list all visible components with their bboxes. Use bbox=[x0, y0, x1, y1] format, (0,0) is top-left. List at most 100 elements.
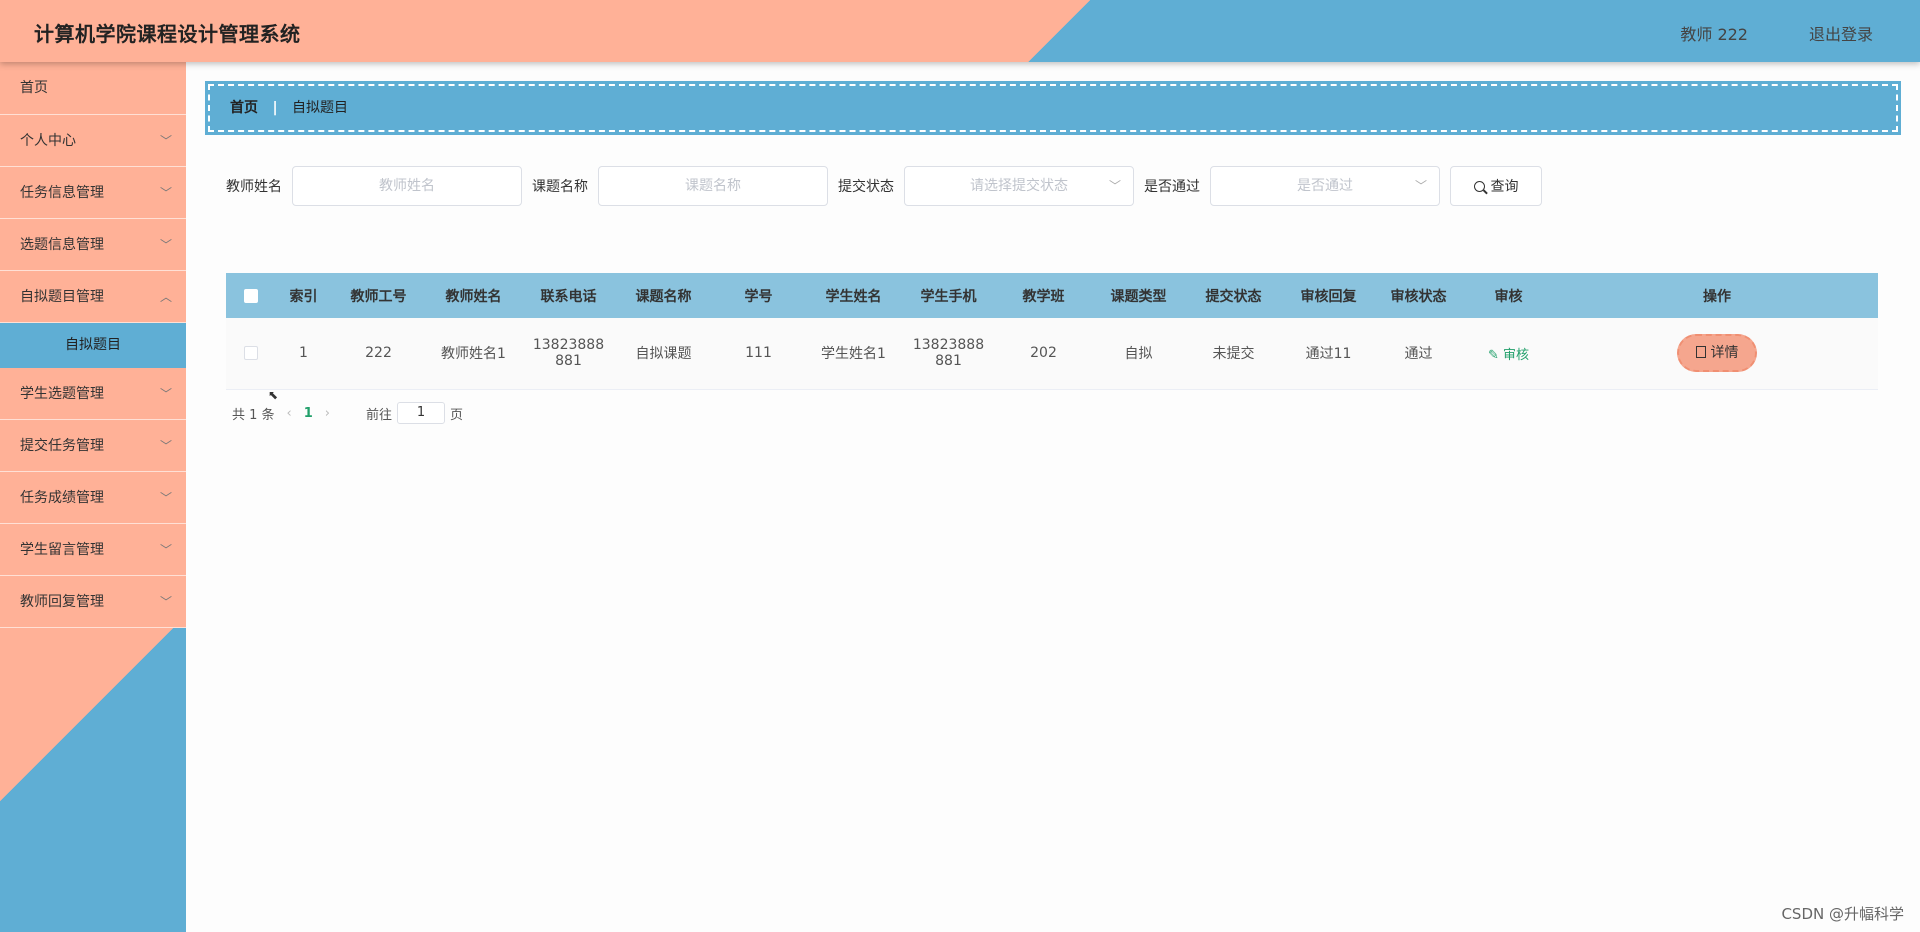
column-header: 课题名称 bbox=[635, 288, 692, 305]
table-header-row: 索引 教师工号 教师姓名 联系电话 课题名称 学号 学生姓名 学生手机 教学班 … bbox=[226, 273, 1878, 318]
sidebar-item-topic-selection-info[interactable]: 选题信息管理 ﹀ bbox=[0, 219, 186, 271]
sidebar-subitem-custom-topic[interactable]: 自拟题目 bbox=[0, 323, 186, 368]
passed-placeholder: 是否通过 bbox=[1297, 178, 1353, 194]
column-header: 教师工号 bbox=[350, 288, 407, 305]
app-title: 计算机学院课程设计管理系统 bbox=[34, 22, 301, 46]
sidebar: 首页 个人中心 ﹀ 任务信息管理 ﹀ 选题信息管理 ﹀ 自拟题目管理 ︿ 自拟题… bbox=[0, 62, 186, 932]
edit-icon: ✎ bbox=[1487, 347, 1499, 363]
mouse-cursor-icon: ⬉ bbox=[268, 388, 279, 402]
cell-review-action: ✎ 审核 bbox=[1461, 318, 1556, 389]
logout-link[interactable]: 退出登录 bbox=[1809, 21, 1873, 45]
chevron-right-icon[interactable]: › bbox=[325, 406, 330, 421]
chevron-down-icon: ﹀ bbox=[159, 543, 172, 557]
cell-student-phone: 13823888 881 bbox=[901, 318, 996, 389]
breadcrumb: 首页 | 自拟题目 bbox=[205, 81, 1901, 135]
goto-page-input[interactable]: 1 bbox=[397, 402, 446, 424]
cell-student-id: 111 bbox=[745, 345, 772, 362]
row-select-cell bbox=[226, 318, 276, 389]
student-phone-line-1: 13823888 bbox=[912, 337, 985, 354]
sidebar-item-student-message[interactable]: 学生留言管理 ﹀ bbox=[0, 524, 186, 576]
teacher-name-field-wrap bbox=[292, 166, 522, 206]
column-header: 审核 bbox=[1494, 288, 1523, 305]
chevron-down-icon: ﹀ bbox=[159, 595, 172, 609]
student-phone-line-2: 881 bbox=[935, 353, 962, 370]
page-suffix: 页 bbox=[450, 407, 464, 423]
sidebar-item-student-selection[interactable]: 学生选题管理 ﹀ bbox=[0, 368, 186, 420]
cell-teacher-id: 222 bbox=[365, 345, 392, 362]
cell-class: 202 bbox=[1030, 345, 1057, 362]
chevron-up-icon: ︿ bbox=[159, 290, 172, 304]
search-bar: 教师姓名 课题名称 提交状态 请选择提交状态 ﹀ 是否通过 是否通过 ﹀ 查询 bbox=[226, 165, 1542, 207]
column-header: 联系电话 bbox=[540, 288, 597, 305]
sidebar-item-label: 学生留言管理 bbox=[20, 542, 104, 558]
pagination-total: 共 1 条 bbox=[232, 407, 275, 423]
document-icon bbox=[1695, 346, 1706, 359]
cell-topic-name: 自拟课题 bbox=[635, 346, 692, 363]
query-button[interactable]: 查询 bbox=[1450, 166, 1542, 206]
select-all-cell bbox=[226, 273, 276, 318]
cell-phone: 13823888 881 bbox=[521, 318, 616, 389]
column-header: 课题类型 bbox=[1110, 288, 1167, 305]
sidebar-item-label: 任务信息管理 bbox=[20, 185, 104, 201]
row-checkbox[interactable] bbox=[244, 346, 258, 361]
query-button-label: 查询 bbox=[1490, 179, 1519, 195]
column-header: 教学班 bbox=[1022, 288, 1065, 305]
column-header: 学生手机 bbox=[920, 288, 977, 305]
chevron-down-icon: ﹀ bbox=[159, 134, 172, 148]
submit-status-placeholder: 请选择提交状态 bbox=[970, 178, 1068, 194]
chevron-left-icon[interactable]: ‹ bbox=[287, 406, 292, 421]
search-icon bbox=[1473, 180, 1485, 192]
sidebar-item-label: 提交任务管理 bbox=[20, 438, 104, 454]
sidebar-item-submit-task[interactable]: 提交任务管理 ﹀ bbox=[0, 420, 186, 472]
chevron-down-icon: ﹀ bbox=[159, 387, 172, 401]
breadcrumb-current: 自拟题目 bbox=[292, 100, 349, 116]
submit-status-select[interactable]: 请选择提交状态 ﹀ bbox=[904, 166, 1134, 206]
cell-index: 1 bbox=[299, 345, 308, 362]
sidebar-item-home[interactable]: 首页 bbox=[0, 62, 186, 115]
sidebar-item-personal-center[interactable]: 个人中心 ﹀ bbox=[0, 115, 186, 167]
custom-topic-table: 索引 教师工号 教师姓名 联系电话 课题名称 学号 学生姓名 学生手机 教学班 … bbox=[226, 273, 1878, 390]
topic-name-label: 课题名称 bbox=[532, 179, 588, 195]
teacher-name-input[interactable] bbox=[293, 167, 521, 205]
column-header: 索引 bbox=[289, 288, 318, 305]
phone-line-1: 13823888 bbox=[532, 337, 605, 354]
detail-button-label: 详情 bbox=[1710, 345, 1739, 362]
cell-submit-status: 未提交 bbox=[1212, 346, 1255, 363]
chevron-down-icon: ﹀ bbox=[159, 491, 172, 505]
sidebar-item-task-score[interactable]: 任务成绩管理 ﹀ bbox=[0, 472, 186, 524]
teacher-name-label: 教师姓名 bbox=[226, 179, 282, 195]
sidebar-item-task-info[interactable]: 任务信息管理 ﹀ bbox=[0, 167, 186, 219]
sidebar-item-label: 任务成绩管理 bbox=[20, 490, 104, 506]
sidebar-item-label: 选题信息管理 bbox=[20, 237, 104, 253]
topic-name-field-wrap bbox=[598, 166, 828, 206]
chevron-down-icon: ﹀ bbox=[159, 238, 172, 252]
breadcrumb-home[interactable]: 首页 bbox=[230, 100, 258, 116]
column-header: 学号 bbox=[744, 288, 773, 305]
breadcrumb-separator: | bbox=[272, 100, 278, 116]
column-header: 操作 bbox=[1703, 288, 1731, 305]
page-number-current[interactable]: 1 bbox=[304, 406, 313, 421]
sidebar-item-label: 学生选题管理 bbox=[20, 386, 104, 402]
detail-button[interactable]: 详情 bbox=[1677, 334, 1757, 373]
chevron-down-icon: ﹀ bbox=[159, 186, 172, 200]
cell-student-name: 学生姓名1 bbox=[821, 346, 886, 363]
chevron-down-icon: ﹀ bbox=[1108, 179, 1121, 193]
cell-review-status: 通过 bbox=[1404, 346, 1433, 363]
sidebar-item-label: 教师回复管理 bbox=[20, 594, 104, 610]
watermark: CSDN @升幅科学 bbox=[1781, 905, 1904, 923]
cell-teacher-name: 教师姓名1 bbox=[441, 346, 506, 363]
review-link[interactable]: ✎ 审核 bbox=[1488, 348, 1529, 363]
passed-label: 是否通过 bbox=[1144, 179, 1200, 195]
table-row: 1 222 教师姓名1 13823888 881 自拟课题 111 学生姓名1 … bbox=[226, 318, 1878, 389]
current-user: 教师 222 bbox=[1680, 25, 1748, 44]
passed-select[interactable]: 是否通过 ﹀ bbox=[1210, 166, 1440, 206]
chevron-down-icon: ﹀ bbox=[1414, 179, 1427, 193]
column-header: 提交状态 bbox=[1205, 288, 1262, 305]
column-header: 学生姓名 bbox=[825, 288, 882, 305]
review-link-label: 审核 bbox=[1503, 347, 1530, 363]
sidebar-item-teacher-reply[interactable]: 教师回复管理 ﹀ bbox=[0, 576, 186, 628]
cell-operations: 详情 bbox=[1556, 318, 1878, 389]
select-all-checkbox[interactable] bbox=[244, 288, 258, 303]
topic-name-input[interactable] bbox=[599, 167, 827, 205]
sidebar-item-custom-topic[interactable]: 自拟题目管理 ︿ bbox=[0, 271, 186, 323]
